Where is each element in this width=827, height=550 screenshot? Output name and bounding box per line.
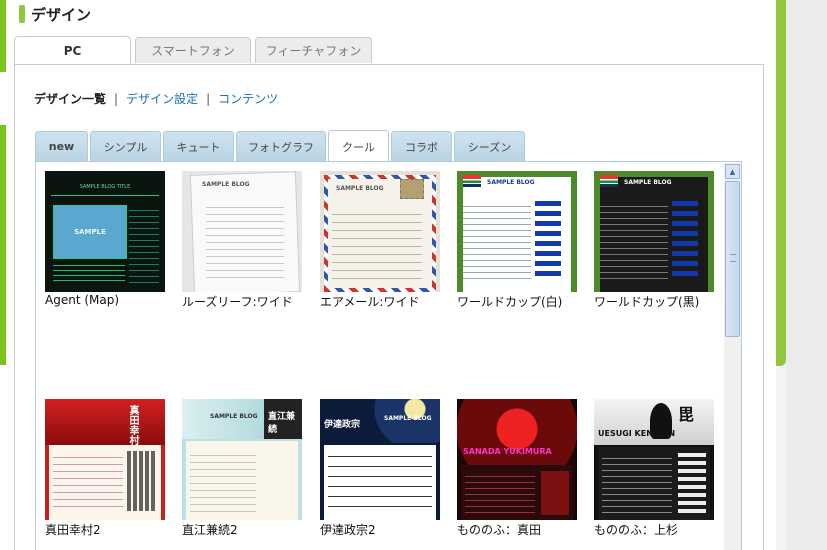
tab-featurephone[interactable]: フィーチャフォン [255, 37, 372, 63]
tab-pc[interactable]: PC [14, 36, 131, 64]
design-thumbnail[interactable]: 伊達政宗 SAMPLE BLOG [320, 399, 440, 520]
design-tile-sanada-yukimura-2[interactable]: 真田幸村 真田幸村2 [45, 399, 165, 538]
design-name: もののふ：真田 [457, 523, 542, 537]
design-thumbnail[interactable]: SAMPLE BLOG [457, 171, 577, 292]
subnav-current: デザイン一覧 [34, 92, 107, 106]
design-tile-naoe-kanetsugu-2[interactable]: SAMPLE BLOG 直江兼続 直江兼続2 [182, 399, 302, 538]
right-sidebar-edge [776, 0, 827, 550]
vertical-scrollbar[interactable]: ▲ [724, 163, 741, 550]
design-tile-date-masamune-2[interactable]: 伊達政宗 SAMPLE BLOG 伊達政宗2 [320, 399, 440, 538]
design-thumbnail[interactable]: 真田幸村 [45, 399, 165, 520]
chevron-up-icon: ▲ [729, 167, 736, 176]
design-name: 真田幸村2 [45, 523, 101, 537]
subnav-link-contents[interactable]: コンテンツ [218, 90, 278, 107]
design-tile-agent-map[interactable]: SAMPLE BLOG TITLE SAMPLE Agent (Map) [45, 171, 165, 307]
subnav-separator: | [114, 91, 119, 106]
tab-collab[interactable]: コラボ [391, 131, 452, 161]
page-title: デザイン [31, 5, 92, 24]
subnav-separator: | [206, 91, 211, 106]
title-marker [19, 5, 25, 23]
device-tabs: PC スマートフォン フィーチャフォン [14, 36, 376, 64]
design-tile-worldcup-black[interactable]: SAMPLE BLOG ワールドカップ(黒) [594, 171, 714, 310]
tab-photograph[interactable]: フォトグラフ [236, 131, 326, 161]
tab-new[interactable]: new [35, 131, 88, 161]
design-tile-mononofu-uesugi[interactable]: UESUGI KENSHIN 毘 もののふ：上杉 [594, 399, 714, 538]
tab-smartphone[interactable]: スマートフォン [135, 37, 251, 63]
design-name: ワールドカップ(黒) [594, 295, 700, 309]
tab-simple[interactable]: シンプル [90, 131, 161, 161]
design-name: もののふ：上杉 [594, 523, 679, 537]
scrollbar-thumb[interactable] [725, 181, 740, 337]
tab-season[interactable]: シーズン [454, 131, 525, 161]
design-name: ワールドカップ(白) [457, 295, 563, 309]
design-tile-worldcup-white[interactable]: SAMPLE BLOG ワールドカップ(白) [457, 171, 577, 310]
tab-cute[interactable]: キュート [163, 131, 234, 161]
design-subnav: デザイン一覧 | デザイン設定 | コンテンツ [34, 90, 278, 107]
design-thumbnail[interactable]: SANADA YUKIMURA [457, 399, 577, 520]
design-thumbnail[interactable]: SAMPLE BLOG [182, 171, 302, 292]
design-thumbnail[interactable]: UESUGI KENSHIN 毘 [594, 399, 714, 520]
design-thumbnail[interactable]: SAMPLE BLOG 直江兼続 [182, 399, 302, 520]
design-name: 伊達政宗2 [320, 523, 376, 537]
category-tabs: new シンプル キュート フォトグラフ クール コラボ シーズン [35, 130, 527, 162]
design-name: 直江兼続2 [182, 523, 238, 537]
design-name: ルーズリーフ:ワイド [182, 295, 293, 309]
design-name: Agent (Map) [45, 293, 120, 307]
design-tile-airmail-wide[interactable]: SAMPLE BLOG エアメール:ワイド [320, 171, 440, 310]
tab-cool[interactable]: クール [328, 130, 389, 162]
design-thumbnail[interactable]: SAMPLE BLOG TITLE SAMPLE [45, 171, 165, 292]
design-tile-mononofu-sanada[interactable]: SANADA YUKIMURA もののふ：真田 [457, 399, 577, 538]
page-title-row: デザイン [19, 3, 91, 25]
design-thumbnail[interactable]: SAMPLE BLOG [594, 171, 714, 292]
design-tile-looseleaf-wide[interactable]: SAMPLE BLOG ルーズリーフ:ワイド [182, 171, 302, 310]
design-name: エアメール:ワイド [320, 295, 420, 309]
scroll-up-button[interactable]: ▲ [725, 164, 740, 179]
subnav-link-design-settings[interactable]: デザイン設定 [126, 90, 198, 107]
design-thumbnail[interactable]: SAMPLE BLOG [320, 171, 440, 292]
